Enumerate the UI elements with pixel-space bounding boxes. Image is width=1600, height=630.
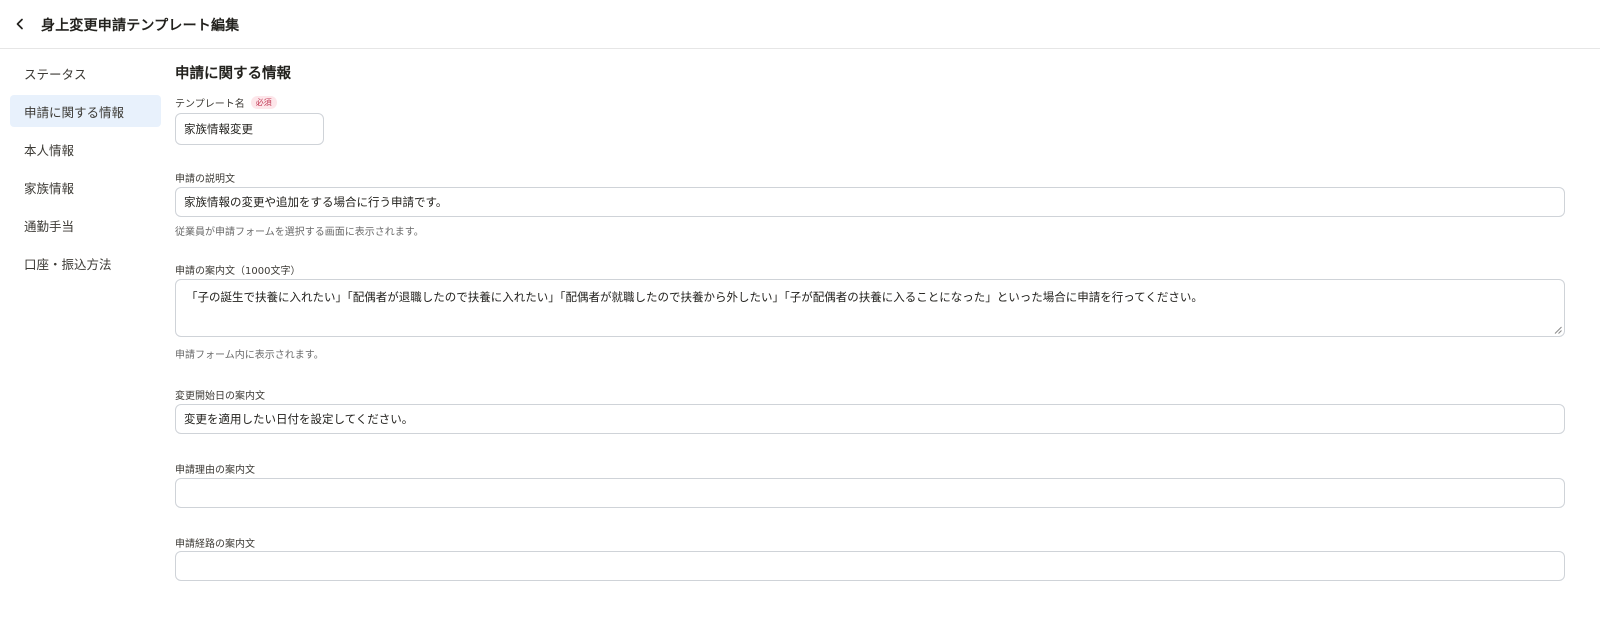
template-name-input[interactable]: 家族情報変更 (175, 113, 324, 145)
description-help: 従業員が申請フォームを選択する画面に表示されます。 (175, 227, 424, 238)
sidebar-item-label: ステータス (24, 66, 87, 82)
sidebar-item-label: 口座・振込方法 (24, 256, 112, 272)
description-label: 申請の説明文 (175, 174, 235, 185)
page-title: 身上変更申請テンプレート編集 (41, 18, 240, 34)
chevron-left-icon (16, 18, 23, 30)
guidance-textarea[interactable]: 「子の誕生で扶養に入れたい」「配偶者が退職したので扶養に入れたい」「配偶者が就職… (175, 279, 1565, 337)
template-name-label: テンプレート名 必須 (175, 95, 277, 110)
required-badge: 必須 (250, 96, 277, 109)
sidebar-item-label: 家族情報 (24, 180, 75, 196)
sidebar-item-family-info[interactable]: 家族情報 (10, 171, 161, 203)
sidebar-item-label: 通勤手当 (24, 218, 75, 234)
sidebar-item-status[interactable]: ステータス (10, 57, 161, 89)
reason-guidance-input[interactable] (175, 478, 1565, 508)
start-date-guidance-value: 変更を適用したい日付を設定してください。 (184, 412, 414, 426)
route-guidance-input[interactable] (175, 551, 1565, 581)
template-name-value: 家族情報変更 (184, 122, 253, 136)
reason-guidance-label: 申請理由の案内文 (175, 465, 255, 476)
back-button[interactable] (10, 14, 30, 34)
template-name-label-text: テンプレート名 (175, 99, 245, 110)
start-date-guidance-input[interactable]: 変更を適用したい日付を設定してください。 (175, 404, 1565, 434)
section-title: 申請に関する情報 (175, 66, 291, 82)
sidebar-nav: ステータス 申請に関する情報 本人情報 家族情報 通勤手当 口座・振込方法 (10, 57, 161, 285)
sidebar-item-bank-account[interactable]: 口座・振込方法 (10, 247, 161, 279)
sidebar-item-personal-info[interactable]: 本人情報 (10, 133, 161, 165)
start-date-guidance-label: 変更開始日の案内文 (175, 391, 265, 402)
description-input[interactable]: 家族情報の変更や追加をする場合に行う申請です。 (175, 187, 1565, 217)
guidance-label: 申請の案内文（1000文字） (175, 266, 301, 277)
sidebar-item-application-info[interactable]: 申請に関する情報 (10, 95, 161, 127)
resize-handle-icon[interactable] (1553, 325, 1562, 334)
sidebar-item-commute-allowance[interactable]: 通勤手当 (10, 209, 161, 241)
description-value: 家族情報の変更や追加をする場合に行う申請です。 (184, 195, 448, 209)
guidance-help: 申請フォーム内に表示されます。 (175, 350, 324, 361)
guidance-value: 「子の誕生で扶養に入れたい」「配偶者が退職したので扶養に入れたい」「配偶者が就職… (186, 290, 1203, 304)
route-guidance-label: 申請経路の案内文 (175, 539, 255, 550)
sidebar-item-label: 申請に関する情報 (24, 104, 125, 120)
sidebar-item-label: 本人情報 (24, 142, 75, 158)
page-header: 身上変更申請テンプレート編集 (0, 0, 1600, 49)
